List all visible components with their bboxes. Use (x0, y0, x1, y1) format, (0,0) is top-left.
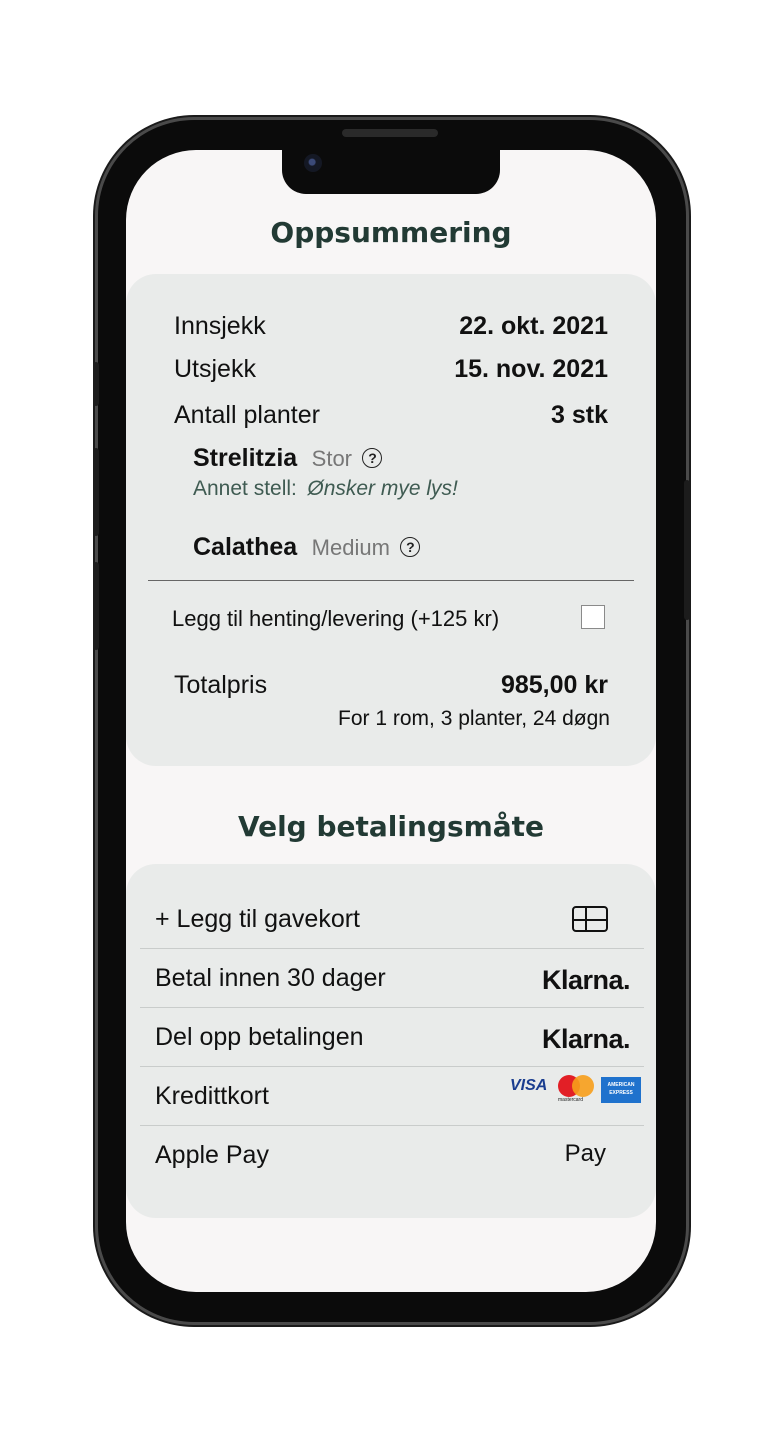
notch (282, 150, 500, 194)
plant-name: Calathea (193, 533, 298, 561)
payment-option-giftcard[interactable]: + Legg til gavekort (140, 890, 644, 949)
amex-logo: AMERICAN EXPRESS (601, 1077, 641, 1103)
payment-option-pay-30-days[interactable]: Betal innen 30 dager Klarna. (140, 949, 644, 1008)
summary-panel: Innsjekk 22. okt. 2021 Utsjekk 15. nov. … (126, 274, 656, 766)
plant-size: Medium (311, 535, 390, 560)
visa-logo: VISA (510, 1077, 548, 1094)
pickup-label: Legg til henting/levering (+125 kr) (172, 606, 500, 631)
plant-item-calathea: Calathea Medium ? (193, 533, 421, 562)
payment-option-split[interactable]: Del opp betalingen Klarna. (140, 1008, 644, 1067)
giftcard-icon (572, 906, 608, 932)
help-icon[interactable]: ? (400, 537, 421, 557)
plants-value: 3 stk (551, 401, 608, 429)
payment-option-label: + Legg til gavekort (155, 905, 360, 933)
silent-switch (93, 362, 99, 406)
pickup-checkbox[interactable] (581, 605, 605, 629)
klarna-logo: Klarna. (541, 965, 631, 995)
care-label: Annet stell: (193, 477, 297, 500)
payment-option-label: Apple Pay (155, 1141, 269, 1169)
camera (304, 154, 322, 172)
divider (148, 580, 634, 581)
plants-label: Antall planter (174, 401, 320, 429)
payment-title: Velg betalingsmåte (237, 810, 545, 843)
klarna-logo: Klarna. (541, 1024, 631, 1054)
summary-title: Oppsummering (270, 216, 512, 249)
apple-pay-logo: Pay (564, 1140, 606, 1167)
care-value: Ønsker mye lys! (307, 477, 458, 500)
payment-option-apple-pay[interactable]: Apple Pay Pay (140, 1126, 644, 1184)
checkin-label: Innsjekk (174, 312, 266, 340)
checkout-label: Utsjekk (174, 355, 256, 383)
total-detail: For 1 rom, 3 planter, 24 døgn (338, 707, 610, 730)
speaker-grille (342, 129, 438, 137)
checkin-value: 22. okt. 2021 (459, 312, 608, 340)
payment-option-label: Kredittkort (155, 1082, 269, 1110)
power-button (684, 480, 690, 620)
plant-care-note: Annet stell: Ønsker mye lys! (193, 477, 458, 501)
payment-panel: + Legg til gavekort Betal innen 30 dager… (126, 864, 656, 1218)
total-value: 985,00 kr (500, 671, 608, 699)
volume-down-button (93, 562, 99, 650)
plant-size: Stor (311, 446, 353, 471)
help-icon[interactable]: ? (362, 448, 383, 468)
phone-screen: Oppsummering Innsjekk 22. okt. 2021 Utsj… (126, 150, 656, 1292)
payment-option-credit-card[interactable]: Kredittkort VISA mastercard AMERICAN EXP… (140, 1067, 644, 1126)
total-label: Totalpris (174, 671, 268, 699)
plant-item-strelitzia: Strelitzia Stor ? (193, 444, 383, 473)
payment-option-label: Betal innen 30 dager (155, 964, 386, 992)
payment-option-label: Del opp betalingen (155, 1023, 364, 1051)
volume-up-button (93, 448, 99, 536)
checkout-value: 15. nov. 2021 (454, 355, 608, 383)
mastercard-logo: mastercard (558, 1075, 596, 1103)
plant-name: Strelitzia (193, 444, 298, 472)
